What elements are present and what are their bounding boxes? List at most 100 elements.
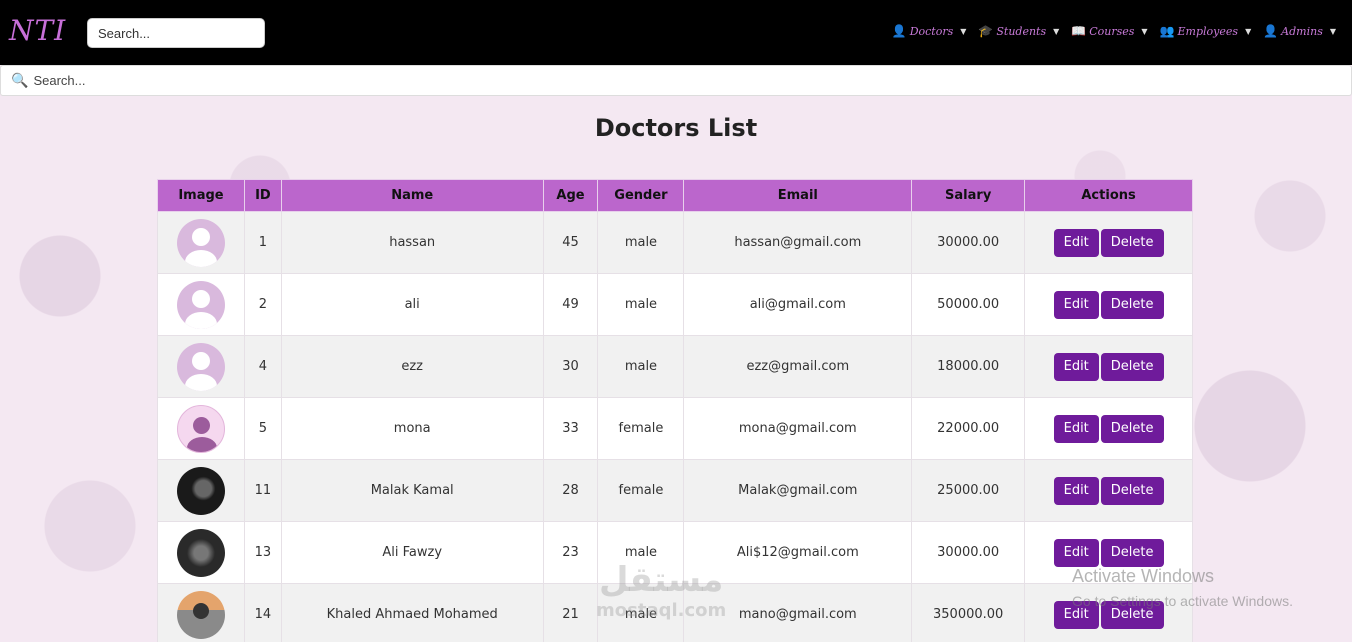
edit-button[interactable]: Edit — [1053, 228, 1099, 257]
users-gear-icon: 👥 — [1159, 24, 1175, 38]
activate-windows-subtitle: Go to Settings to activate Windows. — [1072, 593, 1293, 609]
cell-id: 14 — [243, 583, 282, 642]
cell-gender: female — [597, 397, 685, 460]
cell-gender: male — [597, 273, 685, 336]
cell-image — [157, 211, 245, 274]
cell-image — [157, 521, 245, 584]
nav-item-label: Courses — [1089, 24, 1135, 38]
edit-button[interactable]: Edit — [1053, 538, 1099, 567]
cell-age: 21 — [542, 583, 599, 642]
caret-down-icon: ▼ — [1245, 26, 1252, 36]
nav-item-courses[interactable]: 📖 Courses ▼ — [1071, 24, 1147, 38]
cell-id: 1 — [243, 211, 282, 274]
table-row: 1 hassan 45 male hassan@gmail.com 30000.… — [157, 211, 1193, 274]
cell-gender: male — [597, 211, 685, 274]
avatar — [176, 404, 225, 453]
table-row: 4 ezz 30 male ezz@gmail.com 18000.00 Edi… — [157, 335, 1193, 398]
cell-id: 13 — [243, 521, 282, 584]
navbar-search-input[interactable] — [87, 18, 265, 48]
edit-button[interactable]: Edit — [1053, 414, 1099, 443]
cell-email: ali@gmail.com — [683, 273, 913, 336]
cell-actions: Edit Delete — [1024, 335, 1193, 398]
activate-windows-title: Activate Windows — [1072, 566, 1215, 586]
brand-logo[interactable]: NTI — [9, 14, 66, 47]
column-header-image: Image — [157, 179, 245, 212]
delete-button[interactable]: Delete — [1100, 290, 1164, 319]
table-row: 5 mona 33 female mona@gmail.com 22000.00… — [157, 397, 1193, 460]
nav-item-label: Admins — [1281, 24, 1323, 38]
cell-id: 4 — [243, 335, 282, 398]
edit-button[interactable]: Edit — [1053, 290, 1099, 319]
user-doctor-icon: 👤 — [891, 24, 907, 38]
cell-salary: 30000.00 — [911, 521, 1026, 584]
column-header-gender: Gender — [597, 179, 685, 212]
cell-image — [157, 335, 245, 398]
activate-windows-overlay: Activate Windows Go to Settings to activ… — [1072, 566, 1293, 609]
nav-item-doctors[interactable]: 👤 Doctors ▼ — [892, 24, 967, 38]
nav-item-label: Students — [996, 24, 1047, 38]
delete-button[interactable]: Delete — [1100, 352, 1164, 381]
nav-item-employees[interactable]: 👥 Employees ▼ — [1160, 24, 1252, 38]
cell-age: 28 — [542, 459, 599, 522]
cell-id: 11 — [243, 459, 282, 522]
avatar — [176, 528, 225, 577]
book-icon: 📖 — [1071, 24, 1087, 38]
cell-actions: Edit Delete — [1024, 211, 1193, 274]
user-gear-icon: 👤 — [1263, 24, 1279, 38]
cell-image — [157, 273, 245, 336]
cell-name: Ali Fawzy — [280, 521, 544, 584]
cell-age: 33 — [542, 397, 599, 460]
cell-name: Khaled Ahmaed Mohamed — [280, 583, 544, 642]
avatar — [176, 342, 225, 391]
delete-button[interactable]: Delete — [1100, 414, 1164, 443]
cell-actions: Edit Delete — [1024, 459, 1193, 522]
cell-email: hassan@gmail.com — [683, 211, 913, 274]
cell-email: mona@gmail.com — [683, 397, 913, 460]
delete-button[interactable]: Delete — [1100, 476, 1164, 505]
edit-button[interactable]: Edit — [1053, 352, 1099, 381]
cell-salary: 18000.00 — [911, 335, 1026, 398]
cell-age: 49 — [542, 273, 599, 336]
delete-button[interactable]: Delete — [1100, 538, 1164, 567]
delete-button[interactable]: Delete — [1100, 228, 1164, 257]
cell-gender: female — [597, 459, 685, 522]
search-icon: 🔍 — [11, 72, 29, 89]
cell-actions: Edit Delete — [1024, 397, 1193, 460]
cell-image — [157, 459, 245, 522]
table-row: 2 ali 49 male ali@gmail.com 50000.00 Edi… — [157, 273, 1193, 336]
column-header-salary: Salary — [911, 179, 1026, 212]
edit-button[interactable]: Edit — [1053, 476, 1099, 505]
cell-salary: 22000.00 — [911, 397, 1026, 460]
nav-item-admins[interactable]: 👤 Admins ▼ — [1263, 24, 1336, 38]
avatar — [176, 466, 225, 515]
avatar — [176, 590, 225, 639]
table-row: 11 Malak Kamal 28 female Malak@gmail.com… — [157, 459, 1193, 522]
search-bar: 🔍 — [0, 65, 1352, 96]
cell-salary: 350000.00 — [911, 583, 1026, 642]
top-navbar: NTI 👤 Doctors ▼ 🎓 Students ▼ 📖 Courses ▼… — [0, 0, 1352, 65]
mostaql-watermark: مستقل mostaql.com — [596, 560, 726, 621]
column-header-email: Email — [683, 179, 913, 212]
cell-email: ezz@gmail.com — [683, 335, 913, 398]
cell-salary: 25000.00 — [911, 459, 1026, 522]
user-graduate-icon: 🎓 — [978, 24, 994, 38]
nav-item-label: Employees — [1177, 24, 1239, 38]
caret-down-icon: ▼ — [960, 26, 967, 36]
cell-actions: Edit Delete — [1024, 273, 1193, 336]
avatar — [176, 280, 225, 329]
table-header-row: Image ID Name Age Gender Email Salary Ac… — [157, 179, 1193, 212]
cell-id: 5 — [243, 397, 282, 460]
caret-down-icon: ▼ — [1329, 26, 1336, 36]
cell-salary: 50000.00 — [911, 273, 1026, 336]
column-header-actions: Actions — [1024, 179, 1193, 212]
cell-email: Malak@gmail.com — [683, 459, 913, 522]
column-header-name: Name — [280, 179, 544, 212]
search-input[interactable] — [33, 73, 1334, 88]
cell-age: 30 — [542, 335, 599, 398]
caret-down-icon: ▼ — [1141, 26, 1148, 36]
nav-item-students[interactable]: 🎓 Students ▼ — [978, 24, 1059, 38]
cell-name: ali — [280, 273, 544, 336]
cell-name: Malak Kamal — [280, 459, 544, 522]
caret-down-icon: ▼ — [1053, 26, 1060, 36]
cell-name: hassan — [280, 211, 544, 274]
